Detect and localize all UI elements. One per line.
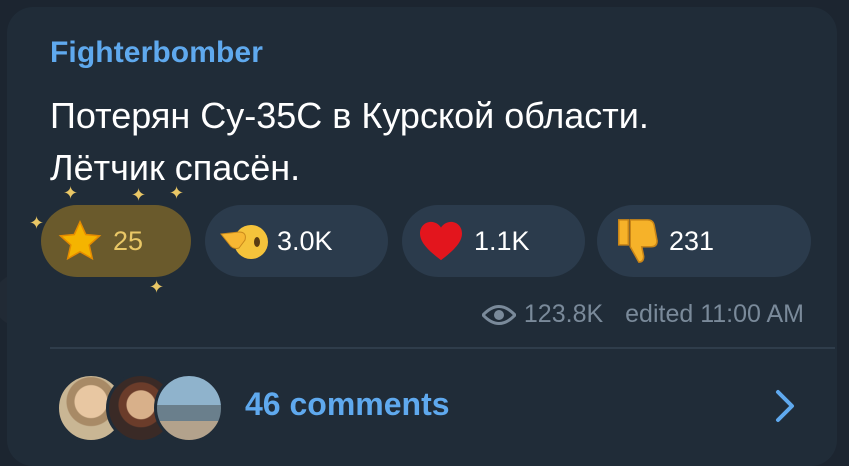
sparkle-icon: ✦ <box>131 185 147 205</box>
reaction-count: 1.1K <box>474 225 530 256</box>
message-meta: 123.8K edited 11:00 AM <box>480 300 804 329</box>
views-count: 123.8K <box>523 300 604 328</box>
reaction-star[interactable]: 25 <box>41 205 191 277</box>
comments-link[interactable]: 46 comments <box>245 386 450 423</box>
thumbs-down-icon <box>611 216 661 266</box>
red-heart-icon <box>416 216 466 266</box>
divider <box>50 347 835 349</box>
reaction-count: 231 <box>669 225 715 256</box>
message-line: Лётчик спасён. <box>50 147 301 188</box>
reaction-heart[interactable]: 1.1K <box>402 205 585 277</box>
message-text: Потерян Су-35С в Курской области. Лётчик… <box>50 90 820 194</box>
sparkle-icon: ✦ <box>63 183 79 203</box>
sparkle-icon: ✦ <box>149 277 165 297</box>
sparkle-icon: ✦ <box>169 183 185 203</box>
chevron-right-icon[interactable] <box>770 386 800 426</box>
eye-icon <box>480 304 517 326</box>
reaction-thumbs-down[interactable]: 231 <box>597 205 811 277</box>
commenter-avatars[interactable] <box>56 373 226 443</box>
reaction-pointing[interactable]: 3.0K <box>205 205 388 277</box>
pointing-hand-face-icon <box>219 216 269 266</box>
reaction-count: 25 <box>113 225 144 256</box>
message-line: Потерян Су-35С в Курской области. <box>50 95 649 136</box>
avatar <box>154 373 224 443</box>
edited-time: edited 11:00 AM <box>625 300 804 328</box>
star-icon <box>55 216 105 266</box>
reaction-count: 3.0K <box>277 225 333 256</box>
channel-name[interactable]: Fighterbomber <box>50 36 263 70</box>
